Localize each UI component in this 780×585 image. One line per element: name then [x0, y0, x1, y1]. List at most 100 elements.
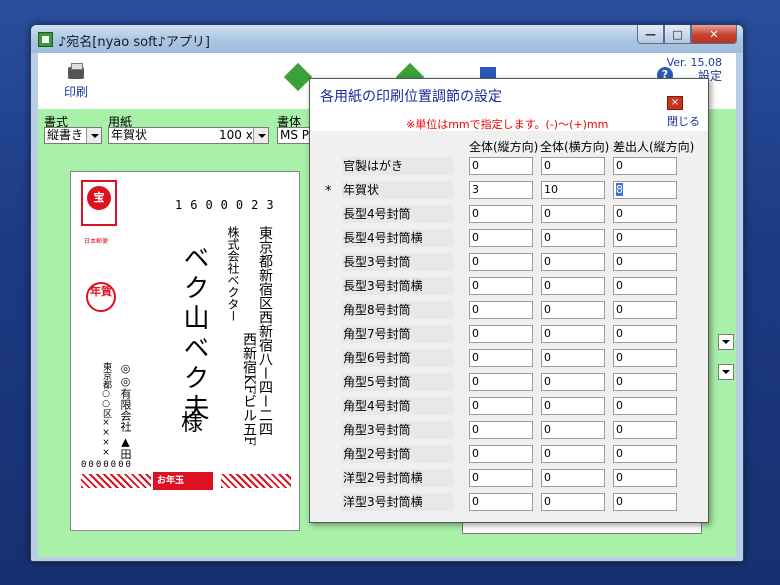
font-value: MS P — [280, 128, 310, 142]
vertical-offset-input[interactable]: 0 — [469, 469, 533, 487]
print-button[interactable]: 印刷 — [54, 63, 98, 100]
vertical-offset-value: 0 — [472, 255, 479, 268]
right-dropdown-1[interactable] — [718, 334, 734, 350]
horizontal-offset-input[interactable]: 10 — [541, 181, 605, 199]
nenga-mark: 年賀 — [86, 282, 116, 312]
horizontal-offset-value: 0 — [544, 255, 551, 268]
sender-offset-value: 0 — [616, 231, 623, 244]
table-row: 角型2号封筒 0 0 0 — [310, 445, 708, 469]
horizontal-offset-input[interactable]: 0 — [541, 445, 605, 463]
vertical-offset-input[interactable]: 0 — [469, 277, 533, 295]
sender-offset-input[interactable]: 0 — [613, 157, 677, 175]
sender-offset-value: 0 — [616, 495, 623, 508]
horizontal-offset-input[interactable]: 0 — [541, 229, 605, 247]
sender-offset-value: 0 — [616, 255, 623, 268]
stamp-icon: 宝 — [81, 180, 117, 226]
paper-type-label: 年賀状 — [342, 181, 454, 199]
horizontal-offset-input[interactable]: 0 — [541, 253, 605, 271]
green-tool-icon[interactable] — [283, 62, 313, 92]
horizontal-offset-input[interactable]: 0 — [541, 205, 605, 223]
horizontal-offset-value: 10 — [544, 183, 558, 196]
dialog-close-button[interactable]: 閉じる — [667, 113, 700, 129]
horizontal-offset-input[interactable]: 0 — [541, 277, 605, 295]
horizontal-offset-input[interactable]: 0 — [541, 493, 605, 511]
vertical-offset-value: 0 — [472, 303, 479, 316]
table-row: 角型4号封筒 0 0 0 — [310, 397, 708, 421]
vertical-offset-input[interactable]: 0 — [469, 349, 533, 367]
horizontal-offset-value: 0 — [544, 423, 551, 436]
vertical-offset-input[interactable]: 0 — [469, 445, 533, 463]
col-header-horizontal: 全体(横方向) — [540, 140, 610, 154]
sender-offset-input[interactable]: 0 — [613, 373, 677, 391]
paper-type-label: 官製はがき — [342, 157, 454, 175]
sender-offset-input[interactable]: 0 — [613, 301, 677, 319]
horizontal-offset-input[interactable]: 0 — [541, 421, 605, 439]
otoshidama-logo: お年玉 — [153, 472, 213, 490]
sender-offset-input[interactable]: 0 — [613, 325, 677, 343]
vertical-offset-input[interactable]: 0 — [469, 205, 533, 223]
sender-name: ◎◎有限会社 ▲田 — [119, 362, 132, 460]
font-select[interactable]: MS P — [277, 127, 311, 144]
vertical-offset-value: 0 — [472, 375, 479, 388]
sender-offset-input[interactable]: 0 — [613, 205, 677, 223]
sender-offset-input[interactable]: 0 — [613, 229, 677, 247]
col-header-sender: 差出人(縦方向) — [613, 140, 695, 154]
horizontal-offset-input[interactable]: 0 — [541, 157, 605, 175]
sender-offset-value: 0 — [616, 279, 623, 292]
vertical-offset-value: 0 — [472, 351, 479, 364]
paper-type-label: 角型2号封筒 — [342, 445, 454, 463]
horizontal-offset-value: 0 — [544, 207, 551, 220]
close-icon[interactable]: × — [667, 96, 683, 110]
table-row: 長型4号封筒 0 0 0 — [310, 205, 708, 229]
vertical-offset-input[interactable]: 0 — [469, 397, 533, 415]
vertical-offset-value: 0 — [472, 159, 479, 172]
minimize-button[interactable]: — — [637, 25, 664, 44]
paper-value: 年賀状 100 x 148 — [111, 128, 269, 142]
horizontal-offset-input[interactable]: 0 — [541, 301, 605, 319]
sender-offset-input[interactable]: 0 — [613, 469, 677, 487]
paper-select[interactable]: 年賀状 100 x 148 — [108, 127, 269, 144]
format-select[interactable]: 縦書き — [44, 127, 102, 144]
table-row: 角型6号封筒 0 0 0 — [310, 349, 708, 373]
vertical-offset-value: 0 — [472, 279, 479, 292]
vertical-offset-input[interactable]: 3 — [469, 181, 533, 199]
paper-type-label: 角型3号封筒 — [342, 421, 454, 439]
position-adjust-dialog: 各用紙の印刷位置調節の設定 ※単位はmmで指定します。(-)〜(+)mm × 閉… — [309, 78, 709, 523]
close-button[interactable]: ✕ — [691, 25, 737, 44]
recipient-honorific: 様 — [181, 411, 204, 436]
vertical-offset-input[interactable]: 0 — [469, 325, 533, 343]
sender-offset-input[interactable]: 0 — [613, 253, 677, 271]
sender-offset-input[interactable]: 0 — [613, 493, 677, 511]
col-header-vertical: 全体(縦方向) — [469, 140, 539, 154]
horizontal-offset-input[interactable]: 0 — [541, 373, 605, 391]
table-row: 角型3号封筒 0 0 0 — [310, 421, 708, 445]
decorative-stripes-2 — [221, 474, 291, 488]
vertical-offset-input[interactable]: 0 — [469, 373, 533, 391]
vertical-offset-input[interactable]: 0 — [469, 493, 533, 511]
sender-offset-value: 0 — [616, 375, 623, 388]
sender-offset-input[interactable]: 0 — [613, 277, 677, 295]
horizontal-offset-input[interactable]: 0 — [541, 397, 605, 415]
sender-offset-input[interactable]: 0 — [613, 421, 677, 439]
table-row: 洋型3号封筒横 0 0 0 — [310, 493, 708, 517]
vertical-offset-input[interactable]: 0 — [469, 157, 533, 175]
vertical-offset-value: 0 — [472, 327, 479, 340]
sender-offset-input[interactable]: 8 — [613, 181, 677, 199]
horizontal-offset-input[interactable]: 0 — [541, 325, 605, 343]
sender-offset-value: 0 — [616, 447, 623, 460]
horizontal-offset-input[interactable]: 0 — [541, 469, 605, 487]
maximize-button[interactable]: □ — [664, 25, 691, 44]
sender-offset-input[interactable]: 0 — [613, 349, 677, 367]
vertical-offset-input[interactable]: 0 — [469, 229, 533, 247]
sender-offset-value: 0 — [616, 471, 623, 484]
vertical-offset-input[interactable]: 0 — [469, 421, 533, 439]
paper-type-label: 角型8号封筒 — [342, 301, 454, 319]
postcard-preview: 宝 日本郵便 年賀 1600023 東京都新宿区西新宿八ー四ー二四 西新宿KFビ… — [70, 171, 300, 531]
horizontal-offset-input[interactable]: 0 — [541, 349, 605, 367]
vertical-offset-input[interactable]: 0 — [469, 301, 533, 319]
vertical-offset-input[interactable]: 0 — [469, 253, 533, 271]
horizontal-offset-value: 0 — [544, 471, 551, 484]
right-dropdown-2[interactable] — [718, 364, 734, 380]
sender-offset-input[interactable]: 0 — [613, 445, 677, 463]
sender-offset-input[interactable]: 0 — [613, 397, 677, 415]
